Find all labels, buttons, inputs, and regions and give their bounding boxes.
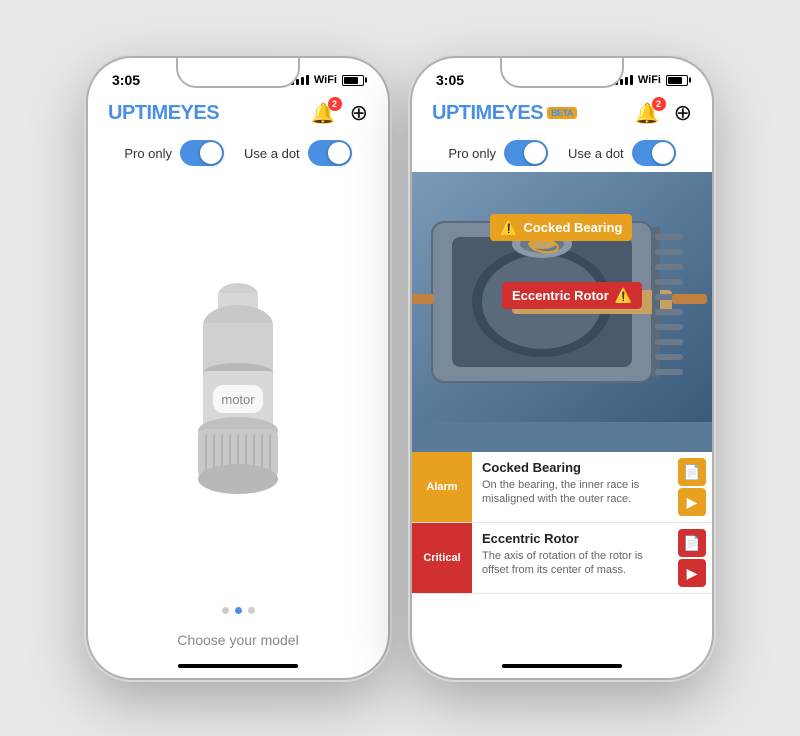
critical-severity-badge: Critical [412, 523, 472, 593]
diagnosis-item-alarm: Alarm Cocked Bearing On the bearing, the… [412, 452, 712, 523]
signal-icon [291, 75, 309, 85]
toggle-use-dot-switch-2[interactable] [632, 140, 676, 166]
phones-container: 3:05 WiFi UPTIMEYES 🔔 2 ⊕ [68, 38, 732, 698]
toggle-pro-only-label-2: Pro only [448, 146, 496, 161]
logo-first-1: UPTIM [108, 102, 168, 124]
logo-2: UPTIMEYES BETA [432, 102, 577, 125]
app-header-2: UPTIMEYES BETA 🔔 2 ⊕ [412, 92, 712, 134]
alarm-description: On the bearing, the inner race is misali… [482, 478, 662, 507]
status-bar-1: 3:05 WiFi [88, 58, 388, 92]
toggle-pro-only-switch-1[interactable] [180, 140, 224, 166]
add-icon-2[interactable]: ⊕ [674, 100, 692, 126]
critical-title: Eccentric Rotor [482, 531, 662, 546]
diagnosis-item-critical: Critical Eccentric Rotor The axis of rot… [412, 523, 712, 594]
cocked-bearing-label: Cocked Bearing [523, 220, 622, 235]
beta-badge: BETA [547, 107, 577, 119]
toggle-row-2: Pro only Use a dot [412, 134, 712, 172]
toggle-use-dot-1: Use a dot [244, 140, 352, 166]
toggle-use-dot-switch-1[interactable] [308, 140, 352, 166]
motor-cutaway-view: ⚠️ Cocked Bearing Eccentric Rotor ⚠️ [412, 172, 712, 452]
home-indicator-1 [178, 664, 298, 668]
status-icons-1: WiFi [291, 74, 364, 86]
header-icons-2: 🔔 2 ⊕ [635, 100, 692, 126]
critical-severity-label: Critical [423, 552, 460, 564]
status-bar-2: 3:05 WiFi [412, 58, 712, 92]
eccentric-rotor-annotation[interactable]: Eccentric Rotor ⚠️ [502, 282, 642, 309]
alarm-actions: 📄 ▶ [672, 452, 712, 522]
alarm-title: Cocked Bearing [482, 460, 662, 475]
wifi-icon-2: WiFi [638, 74, 661, 86]
critical-play-button[interactable]: ▶ [678, 559, 706, 587]
toggle-row-1: Pro only Use a dot [88, 134, 388, 172]
add-icon-1[interactable]: ⊕ [350, 100, 368, 126]
critical-pdf-button[interactable]: 📄 [678, 529, 706, 557]
alarm-severity-label: Alarm [426, 481, 457, 493]
toggle-pro-only-1: Pro only [124, 140, 224, 166]
eccentric-rotor-label: Eccentric Rotor [512, 288, 609, 303]
logo-1: UPTIMEYES [108, 102, 219, 125]
logo-first-2: UPTIM [432, 102, 492, 124]
alarm-content: Cocked Bearing On the bearing, the inner… [472, 452, 672, 522]
notification-bell-1[interactable]: 🔔 2 [311, 101, 336, 126]
critical-content: Eccentric Rotor The axis of rotation of … [472, 523, 672, 593]
cocked-bearing-annotation[interactable]: ⚠️ Cocked Bearing [490, 214, 632, 241]
toggle-use-dot-2: Use a dot [568, 140, 676, 166]
status-icons-2: WiFi [615, 74, 688, 86]
notification-badge-1: 2 [328, 97, 342, 111]
notification-badge-2: 2 [652, 97, 666, 111]
wifi-icon: WiFi [314, 74, 337, 86]
alarm-play-button[interactable]: ▶ [678, 488, 706, 516]
motor-svg: motor [148, 265, 328, 505]
diagnosis-list: Alarm Cocked Bearing On the bearing, the… [412, 452, 712, 664]
svg-text:motor: motor [221, 392, 255, 407]
toggle-pro-only-switch-2[interactable] [504, 140, 548, 166]
toggle-pro-only-label-1: Pro only [124, 146, 172, 161]
toggle-pro-only-2: Pro only [448, 140, 548, 166]
logo-second-2: EYES [492, 102, 543, 124]
time-2: 3:05 [436, 72, 464, 88]
dot-2[interactable] [248, 607, 255, 614]
phone-2: 3:05 WiFi UPTIMEYES BETA 🔔 2 [412, 58, 712, 678]
toggle-use-dot-label-1: Use a dot [244, 146, 300, 161]
phone-1: 3:05 WiFi UPTIMEYES 🔔 2 ⊕ [88, 58, 388, 678]
motor-image-area: motor [88, 172, 388, 597]
battery-icon [342, 75, 364, 86]
logo-second-1: EYES [168, 102, 219, 124]
battery-icon-2 [666, 75, 688, 86]
time-1: 3:05 [112, 72, 140, 88]
toggle-use-dot-label-2: Use a dot [568, 146, 624, 161]
choose-model-label: Choose your model [88, 624, 388, 664]
critical-actions: 📄 ▶ [672, 523, 712, 593]
dot-1[interactable] [235, 607, 242, 614]
page-dots-1 [88, 597, 388, 624]
home-indicator-2 [502, 664, 622, 668]
critical-icon: ⚠️ [615, 287, 632, 304]
dot-0[interactable] [222, 607, 229, 614]
alarm-severity-badge: Alarm [412, 452, 472, 522]
alarm-icon: ⚠️ [500, 219, 517, 236]
app-header-1: UPTIMEYES 🔔 2 ⊕ [88, 92, 388, 134]
signal-icon-2 [615, 75, 633, 85]
critical-description: The axis of rotation of the rotor is off… [482, 549, 662, 578]
alarm-pdf-button[interactable]: 📄 [678, 458, 706, 486]
header-icons-1: 🔔 2 ⊕ [311, 100, 368, 126]
notification-bell-2[interactable]: 🔔 2 [635, 101, 660, 126]
